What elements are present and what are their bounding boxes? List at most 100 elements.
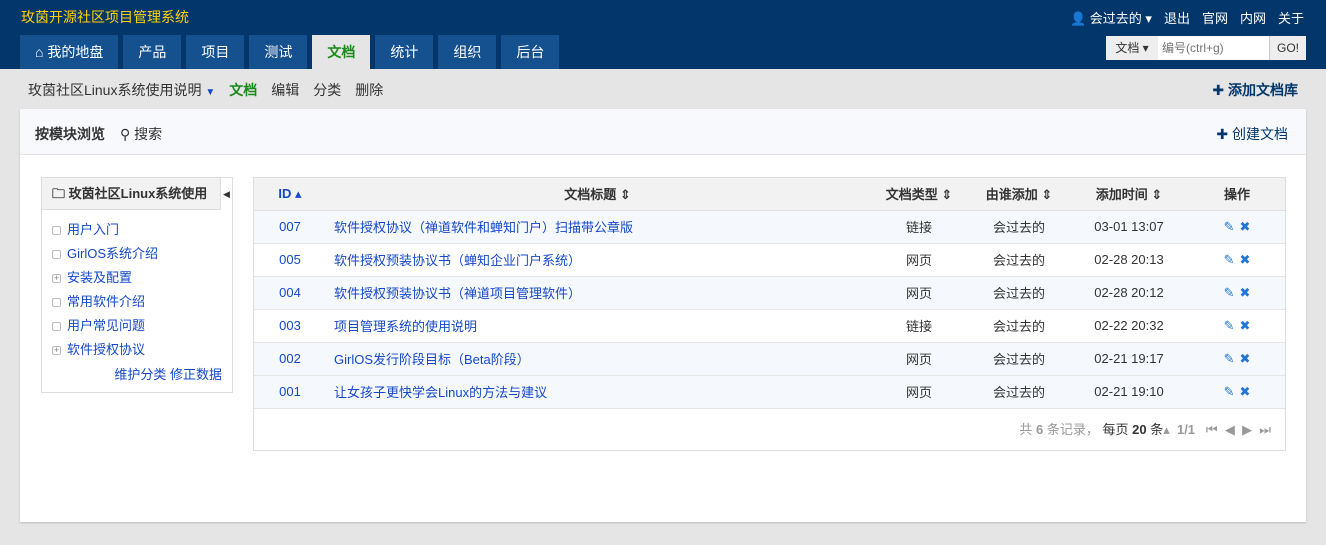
doc-type: 链接	[869, 210, 969, 244]
col-id[interactable]: ID ▴	[254, 178, 326, 211]
first-page-icon[interactable]: ⏮	[1206, 422, 1218, 437]
search-type-label: 文档	[1115, 41, 1140, 55]
browse-by-module[interactable]: 按模块浏览	[35, 124, 105, 144]
panel-header: 按模块浏览 ⚲ 搜索 ✚ 创建文档	[20, 109, 1306, 155]
doc-title-link[interactable]: 软件授权协议（禅道软件和蝉知门户）扫描带公章版	[326, 210, 869, 244]
doc-added-by: 会过去的	[969, 276, 1069, 310]
table-row: 004 软件授权预装协议书（禅道项目管理软件） 网页 会过去的 02-28 20:12 ✎…	[254, 276, 1285, 310]
table-row: 005 软件授权预装协议书（蝉知企业门户系统） 网页 会过去的 02-28 20:13 ✎…	[254, 243, 1285, 277]
edit-icon[interactable]: ✎	[1224, 285, 1235, 300]
doc-type: 网页	[869, 276, 969, 310]
doc-added-time: 02-28 20:12	[1069, 276, 1189, 310]
tab-2[interactable]: 项目	[186, 35, 245, 69]
app-title[interactable]: 玫茵开源社区项目管理系统	[21, 7, 189, 27]
tab-5[interactable]: 统计	[375, 35, 434, 69]
doc-id[interactable]: 004	[254, 276, 326, 310]
tree-item[interactable]: 用户常见问题	[52, 314, 232, 338]
delete-icon[interactable]: ✖	[1240, 318, 1251, 333]
lib-selector[interactable]: 玫茵社区Linux系统使用说明 ▼	[28, 80, 215, 100]
subnav-doc[interactable]: 文档	[229, 80, 257, 100]
create-doc-button[interactable]: ✚ 创建文档	[1216, 124, 1288, 144]
maintain-category-link[interactable]: 维护分类	[114, 367, 166, 382]
fix-data-link[interactable]: 修正数据	[170, 367, 222, 382]
doc-id[interactable]: 002	[254, 342, 326, 376]
leaf-icon	[52, 250, 61, 260]
tree-item[interactable]: GirlOS系统介绍	[52, 242, 232, 266]
edit-icon[interactable]: ✎	[1224, 384, 1235, 399]
edit-icon[interactable]: ✎	[1224, 351, 1235, 366]
leaf-icon	[52, 298, 61, 308]
search-toggle[interactable]: ⚲ 搜索	[120, 124, 162, 144]
leaf-icon	[52, 322, 61, 332]
doc-added-by: 会过去的	[969, 309, 1069, 343]
doc-title-link[interactable]: 让女孩子更快学会Linux的方法与建议	[326, 375, 869, 409]
edit-icon[interactable]: ✎	[1224, 219, 1235, 234]
col-added-by[interactable]: 由谁添加 ⇕	[969, 178, 1069, 211]
subnav-delete[interactable]: 删除	[355, 80, 383, 100]
delete-icon[interactable]: ✖	[1240, 285, 1251, 300]
edit-icon[interactable]: ✎	[1224, 252, 1235, 267]
doc-title-link[interactable]: 项目管理系统的使用说明	[326, 309, 869, 343]
col-added-time[interactable]: 添加时间 ⇕	[1069, 178, 1189, 211]
tab-6[interactable]: 组织	[438, 35, 497, 69]
search-label: 搜索	[134, 126, 163, 142]
doc-added-time: 02-21 19:17	[1069, 342, 1189, 376]
doc-added-time: 03-01 13:07	[1069, 210, 1189, 244]
doc-id[interactable]: 007	[254, 210, 326, 244]
doc-id[interactable]: 005	[254, 243, 326, 277]
search-input[interactable]	[1158, 36, 1269, 60]
last-page-icon[interactable]: ⏭	[1259, 422, 1271, 437]
subnav-edit[interactable]: 编辑	[271, 80, 299, 100]
table-row: 002 GirlOS发行阶段目标（Beta阶段） 网页 会过去的 02-21 19:17…	[254, 342, 1285, 376]
doc-added-time: 02-21 19:10	[1069, 375, 1189, 409]
tab-3[interactable]: 测试	[249, 35, 308, 69]
doc-title-link[interactable]: GirlOS发行阶段目标（Beta阶段）	[326, 342, 869, 376]
prev-page-icon[interactable]: ◀	[1225, 422, 1235, 437]
go-button[interactable]: GO!	[1269, 36, 1306, 60]
col-title[interactable]: 文档标题 ⇕	[326, 178, 869, 211]
subnav-category[interactable]: 分类	[313, 80, 341, 100]
doc-table: ID ▴ 文档标题 ⇕ 文档类型 ⇕ 由谁添加 ⇕ 添加时间 ⇕ 操作 007 软…	[253, 177, 1286, 451]
add-lib-button[interactable]: ✚ 添加文档库	[1212, 80, 1298, 100]
tab-7[interactable]: 后台	[501, 35, 560, 69]
doc-id[interactable]: 001	[254, 375, 326, 409]
official-site-link[interactable]: 官网	[1202, 8, 1228, 27]
table-row: 003 项目管理系统的使用说明 链接 会过去的 02-22 20:32 ✎ ✖	[254, 309, 1285, 343]
leaf-icon	[52, 226, 61, 236]
search-icon: ⚲	[120, 126, 131, 142]
logout-link[interactable]: 退出	[1164, 8, 1190, 27]
delete-icon[interactable]: ✖	[1240, 252, 1251, 267]
tree-item[interactable]: 常用软件介绍	[52, 290, 232, 314]
tree-title: 玫茵社区Linux系统使用	[68, 186, 208, 201]
tree-item[interactable]: + 安装及配置	[52, 266, 232, 290]
delete-icon[interactable]: ✖	[1240, 384, 1251, 399]
doc-title-link[interactable]: 软件授权预装协议书（蝉知企业门户系统）	[326, 243, 869, 277]
tab-0[interactable]: ⌂ 我的地盘	[20, 35, 119, 69]
about-link[interactable]: 关于	[1278, 8, 1304, 27]
tree-item[interactable]: 用户入门	[52, 218, 232, 242]
per-page-select[interactable]: 20	[1132, 422, 1146, 437]
doc-id[interactable]: 003	[254, 309, 326, 343]
doc-added-by: 会过去的	[969, 342, 1069, 376]
tab-1[interactable]: 产品	[123, 35, 182, 69]
user-menu[interactable]: 👤 会过去的 ▾	[1070, 8, 1152, 27]
create-doc-label: 创建文档	[1232, 126, 1288, 142]
collapse-icon[interactable]: ◀	[220, 178, 232, 210]
search-type-select[interactable]: 文档 ▾	[1106, 36, 1158, 60]
top-nav: 👤 会过去的 ▾ 退出 官网 内网 关于	[1070, 8, 1304, 27]
tab-4[interactable]: 文档	[312, 35, 371, 69]
main-tabs: ⌂ 我的地盘 产品 项目 测试 文档 统计 组织 后台	[20, 35, 560, 69]
expand-icon[interactable]: +	[52, 274, 61, 284]
tree-item[interactable]: + 软件授权协议	[52, 338, 232, 362]
col-type[interactable]: 文档类型 ⇕	[869, 178, 969, 211]
doc-type: 网页	[869, 243, 969, 277]
doc-title-link[interactable]: 软件授权预装协议书（禅道项目管理软件）	[326, 276, 869, 310]
expand-icon[interactable]: +	[52, 346, 61, 356]
edit-icon[interactable]: ✎	[1224, 318, 1235, 333]
home-icon: ⌂	[35, 44, 44, 60]
intranet-link[interactable]: 内网	[1240, 8, 1266, 27]
delete-icon[interactable]: ✖	[1240, 219, 1251, 234]
delete-icon[interactable]: ✖	[1240, 351, 1251, 366]
next-page-icon[interactable]: ▶	[1242, 422, 1252, 437]
doc-type: 链接	[869, 309, 969, 343]
